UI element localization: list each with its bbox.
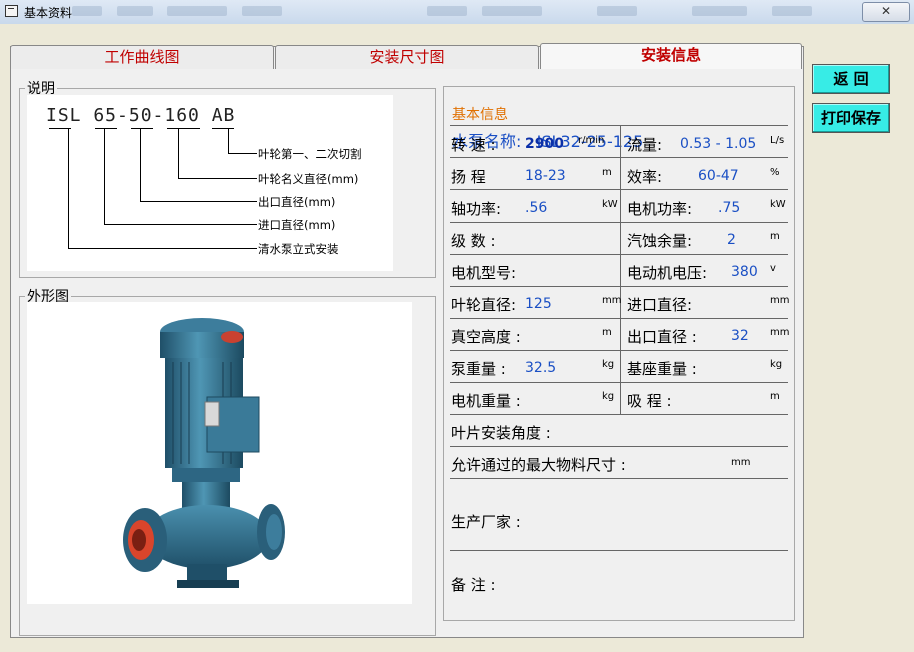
window-title: 基本资料 <box>24 6 73 20</box>
legend-outlet-diameter: 出口直径(mm) <box>258 195 336 209</box>
legend-cut: 叶轮第一、二次切割 <box>258 147 362 161</box>
row-left-label: 扬 程 <box>451 168 486 186</box>
tab-install-info[interactable]: 安装信息 <box>540 43 802 69</box>
row-right-unit: mm <box>770 327 790 338</box>
row-left-label: 转 速 : <box>451 136 496 154</box>
row-right-label: 基座重量 : <box>627 360 697 378</box>
row-left-unit: r/min <box>578 135 605 146</box>
row-right-value: 32 <box>731 328 749 344</box>
row-right-unit: kg <box>770 359 783 370</box>
row-right-unit: kW <box>770 199 786 210</box>
row-right-unit: mm <box>770 295 790 306</box>
tab-work-curve[interactable]: 工作曲线图 <box>10 45 274 69</box>
info-group <box>443 86 795 621</box>
info-group-label: 基本信息 <box>452 107 508 123</box>
row-right-unit: % <box>770 167 780 178</box>
main-window: 工作曲线图 安装尺寸图 安装信息 返 回 打印保存 说明 ISL 65-50-1… <box>0 24 914 652</box>
close-icon: ✕ <box>880 4 892 18</box>
row-right-value: 0.53 - 1.05 <box>680 136 757 152</box>
legend-vertical-install: 清水泵立式安装 <box>258 242 339 256</box>
row-right-label: 效率: <box>627 168 663 186</box>
row-right-unit: L/s <box>770 135 785 146</box>
row-right-label: 进口直径: <box>627 296 693 314</box>
row-left-label: 叶轮直径: <box>451 296 517 314</box>
max-particle-label: 允许通过的最大物料尺寸 : <box>451 456 626 474</box>
row-right-value: 2 <box>727 232 736 248</box>
row-left-value: 18-23 <box>525 168 566 184</box>
remark-label: 备 注 : <box>451 576 496 594</box>
row-left-unit: m <box>602 167 612 178</box>
max-particle-unit: mm <box>731 457 751 468</box>
row-left-label: 轴功率: <box>451 200 502 218</box>
back-button[interactable]: 返 回 <box>812 64 890 94</box>
row-right-value: 380 <box>731 264 758 280</box>
row-left-value: 32.5 <box>525 360 557 376</box>
row-left-label: 电机重量 : <box>451 392 521 410</box>
row-left-unit: kg <box>602 391 615 402</box>
row-left-value: 125 <box>525 296 552 312</box>
title-bar: 基本资料 ✕ <box>0 0 914 25</box>
app-icon <box>5 5 18 17</box>
legend-impeller-diameter: 叶轮名义直径(mm) <box>258 172 359 186</box>
button-label: 返 回 <box>833 70 869 88</box>
row-right-label: 电机功率: <box>627 200 693 218</box>
row-right-value: 60-47 <box>698 168 739 184</box>
pump-picture-frame <box>27 302 412 604</box>
row-left-unit: kg <box>602 359 615 370</box>
row-left-label: 真空高度 : <box>451 328 521 346</box>
tab-install-dimensions[interactable]: 安装尺寸图 <box>275 45 539 69</box>
model-code: ISL 65-50-160 AB <box>46 105 236 126</box>
row-left-value: .56 <box>525 200 548 216</box>
row-right-unit: m <box>770 231 780 242</box>
tab-label: 工作曲线图 <box>104 48 180 66</box>
tab-label: 安装尺寸图 <box>369 48 445 66</box>
print-save-button[interactable]: 打印保存 <box>812 103 890 133</box>
row-right-label: 出口直径 : <box>627 328 697 346</box>
row-right-label: 汽蚀余量: <box>627 232 693 250</box>
row-left-unit: m <box>602 327 612 338</box>
button-label: 打印保存 <box>820 109 881 127</box>
row-right-unit: v <box>770 263 776 274</box>
row-left-label: 泵重量 : <box>451 360 506 378</box>
row-right-label: 电动机电压: <box>627 264 708 282</box>
row-left-value: 2900 <box>525 136 564 152</box>
legend-inlet-diameter: 进口直径(mm) <box>258 218 336 232</box>
blade-angle-label: 叶片安装角度 : <box>451 424 551 442</box>
row-left-label: 电机型号: <box>451 264 517 282</box>
row-left-label: 级 数 : <box>451 232 496 250</box>
title-bar-shadow <box>72 0 852 24</box>
pump-image <box>123 318 285 588</box>
close-button[interactable]: ✕ <box>862 2 910 22</box>
tab-label: 安装信息 <box>640 46 701 64</box>
row-left-unit: mm <box>602 295 622 306</box>
row-right-label: 流量: <box>627 136 663 154</box>
row-right-value: .75 <box>718 200 741 216</box>
manufacturer-label: 生产厂家 : <box>451 513 521 531</box>
row-right-label: 吸 程 : <box>627 392 672 410</box>
row-right-unit: m <box>770 391 780 402</box>
row-left-unit: kW <box>602 199 618 210</box>
